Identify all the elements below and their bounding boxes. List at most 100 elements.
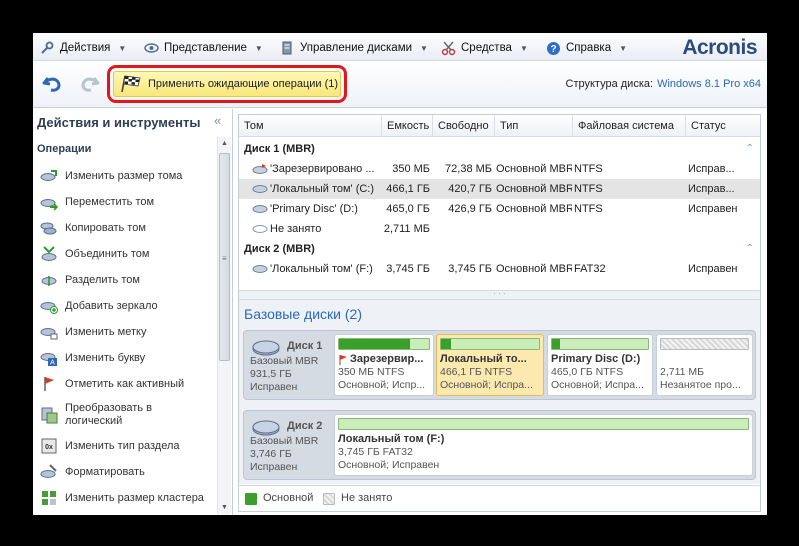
partition-name-text: Зарезервир... <box>350 353 424 365</box>
sidebar-item-add-mirror[interactable]: Добавить зеркало <box>33 293 217 319</box>
split-volume-icon <box>41 276 57 286</box>
table-row[interactable]: 'Локальный том' (F:) 3,745 ГБ 3,745 ГБ О… <box>239 259 760 279</box>
sidebar-item-label: Добавить зеркало <box>65 300 158 312</box>
menu-disk-management[interactable]: Управление дисками ▼ <box>279 40 428 56</box>
column-header-type[interactable]: Тип <box>495 115 573 137</box>
disk-group-header[interactable]: Диск 1 (MBR) ⌃ <box>239 139 760 159</box>
sidebar-item-move[interactable]: Переместить том <box>33 189 217 215</box>
collapse-icon[interactable]: « <box>214 113 221 128</box>
unallocated-block[interactable]: 2,711 МБ Незанятое про... <box>656 334 753 396</box>
svg-text:A: A <box>50 360 55 367</box>
volume-name: Не занято <box>270 223 322 235</box>
partition-block[interactable]: Primary Disc (D:) 465,0 ГБ NTFS Основной… <box>547 334 653 396</box>
partition-block[interactable]: Зарезервир... 350 МБ NTFS Основной; Испр… <box>334 334 434 396</box>
sidebar-item-split[interactable]: Разделить том <box>33 267 217 293</box>
disk-info[interactable]: Диск 1 Базовый MBR 931,5 ГБ Исправен <box>246 334 332 396</box>
structure-value-link[interactable]: Windows 8.1 Pro x64 <box>657 78 761 90</box>
column-header-free[interactable]: Свободно <box>433 115 495 137</box>
sidebar-item-merge[interactable]: Объединить том <box>33 241 217 267</box>
group-title: Диск 1 (MBR) <box>244 143 315 155</box>
volume-icon <box>252 185 268 194</box>
undo-icon[interactable] <box>41 72 65 96</box>
checkered-flag-icon <box>120 75 142 93</box>
panel-splitter[interactable]: · · · <box>239 290 760 300</box>
free-cell: 3,745 ГБ <box>448 263 492 275</box>
menu-help[interactable]: ? Справка ▼ <box>545 40 627 56</box>
table-row[interactable]: 'Зарезервировано ... 350 МБ 72,38 МБ Осн… <box>239 159 760 179</box>
volume-name-cell: 'Primary Disc' (D:) <box>252 199 382 219</box>
column-header-volume[interactable]: Том <box>239 115 382 137</box>
volume-name-cell: 'Локальный том' (F:) <box>252 259 382 279</box>
column-header-filesystem[interactable]: Файловая система <box>573 115 686 137</box>
scroll-down-icon[interactable]: ▼ <box>221 504 228 511</box>
partition-name: Локальный то... <box>440 353 527 365</box>
sidebar-item-change-letter[interactable]: A Изменить букву <box>33 345 217 371</box>
sidebar-item-copy[interactable]: Копировать том <box>33 215 217 241</box>
sidebar-item-change-partition-type[interactable]: 0x Изменить тип раздела <box>33 433 217 459</box>
legend-unallocated-label: Не занято <box>341 492 393 504</box>
partition-size: 466,1 ГБ NTFS <box>440 366 513 378</box>
grip-icon: ≡ <box>222 254 227 263</box>
type-cell: Основной MBR <box>496 263 572 275</box>
column-header-capacity[interactable]: Емкость <box>382 115 433 137</box>
move-volume-icon <box>40 199 58 211</box>
structure-label: Структура диска: <box>565 78 654 90</box>
disk-info[interactable]: Диск 2 Базовый MBR 3,746 ГБ Исправен <box>246 414 332 476</box>
menu-bar: Действия ▼ Представление ▼ Управление ди… <box>33 33 767 61</box>
sidebar-item-mark-active[interactable]: Отметить как активный <box>33 371 217 397</box>
redo-icon[interactable] <box>77 72 101 96</box>
partition-size: 2,711 МБ <box>660 366 705 378</box>
partition-type: Основной; Исправен <box>338 459 440 471</box>
collapse-group-icon[interactable]: ⌃ <box>746 239 754 259</box>
table-row[interactable]: Не занято 2,711 МБ <box>239 219 760 239</box>
help-icon: ? <box>545 40 561 56</box>
menu-label: Представление <box>164 42 247 54</box>
apply-pending-button[interactable]: Применить ожидающие операции (1) <box>113 71 341 97</box>
menu-actions[interactable]: Действия ▼ <box>39 40 126 56</box>
add-mirror-icon <box>40 302 58 314</box>
disk-name: Диск 2 <box>287 420 323 432</box>
scrollbar-thumb[interactable]: ≡ <box>219 153 230 361</box>
capacity-cell: 2,711 МБ <box>383 223 430 235</box>
sidebar-item-cluster-size[interactable]: Изменить размер кластера <box>33 485 217 511</box>
collapse-group-icon[interactable]: ⌃ <box>746 139 754 159</box>
scroll-up-icon[interactable]: ▲ <box>221 140 228 147</box>
disk-size: 3,746 ГБ <box>250 448 292 460</box>
partition-type: Основной; Испра... <box>551 379 644 391</box>
sidebar-item-format[interactable]: Форматировать <box>33 459 217 485</box>
sidebar-item-change-label[interactable]: Изменить метку <box>33 319 217 345</box>
disk-group-header[interactable]: Диск 2 (MBR) ⌃ <box>239 239 760 259</box>
sidebar-item-label: Отметить как активный <box>65 378 185 390</box>
sidebar-item-resize[interactable]: Изменить размер тома <box>33 163 217 189</box>
tools-icon <box>39 40 55 56</box>
fs-cell: NTFS <box>574 203 603 215</box>
capacity-cell: 3,745 ГБ <box>386 263 430 275</box>
brand-logo: Acronis <box>682 36 757 59</box>
status-cell: Исправен <box>688 203 738 215</box>
operations-list: Изменить размер тома Переместить том Коп… <box>33 163 217 511</box>
sidebar-scrollbar[interactable]: ▲ ≡ ▼ <box>217 137 231 514</box>
sidebar-item-convert-logical[interactable]: Преобразовать в логический <box>33 397 217 433</box>
svg-text:0x: 0x <box>45 444 53 451</box>
chevron-down-icon: ▼ <box>519 43 528 53</box>
menu-view[interactable]: Представление ▼ <box>143 40 263 56</box>
partition-block-selected[interactable]: Локальный то... 466,1 ГБ NTFS Основной; … <box>436 334 544 396</box>
operations-section-title: Операции <box>37 143 92 155</box>
table-row[interactable]: 'Primary Disc' (D:) 465,0 ГБ 426,9 ГБ Ос… <box>239 199 760 219</box>
table-row[interactable]: 'Локальный том' (C:) 466,1 ГБ 420,7 ГБ О… <box>239 179 760 199</box>
volume-name: 'Зарезервировано ... <box>270 163 375 175</box>
sidebar-item-label: Разделить том <box>65 274 140 286</box>
fs-cell: FAT32 <box>574 263 606 275</box>
menu-tools[interactable]: Средства ▼ <box>440 40 528 56</box>
volume-name-cell: Не занято <box>252 219 382 239</box>
partition-block[interactable]: Локальный том (F:) 3,745 ГБ FAT32 Основн… <box>334 414 753 476</box>
usage-fill <box>552 339 560 349</box>
status-cell: Исправ... <box>688 183 735 195</box>
copy-volume-icon <box>40 222 57 235</box>
partition-type-icon: 0x <box>41 438 57 454</box>
merge-volume-icon <box>41 246 57 261</box>
usage-fill <box>441 339 451 349</box>
partition-size: 3,745 ГБ FAT32 <box>338 446 413 458</box>
volume-name: 'Primary Disc' (D:) <box>270 203 358 215</box>
column-header-status[interactable]: Статус <box>686 115 760 137</box>
